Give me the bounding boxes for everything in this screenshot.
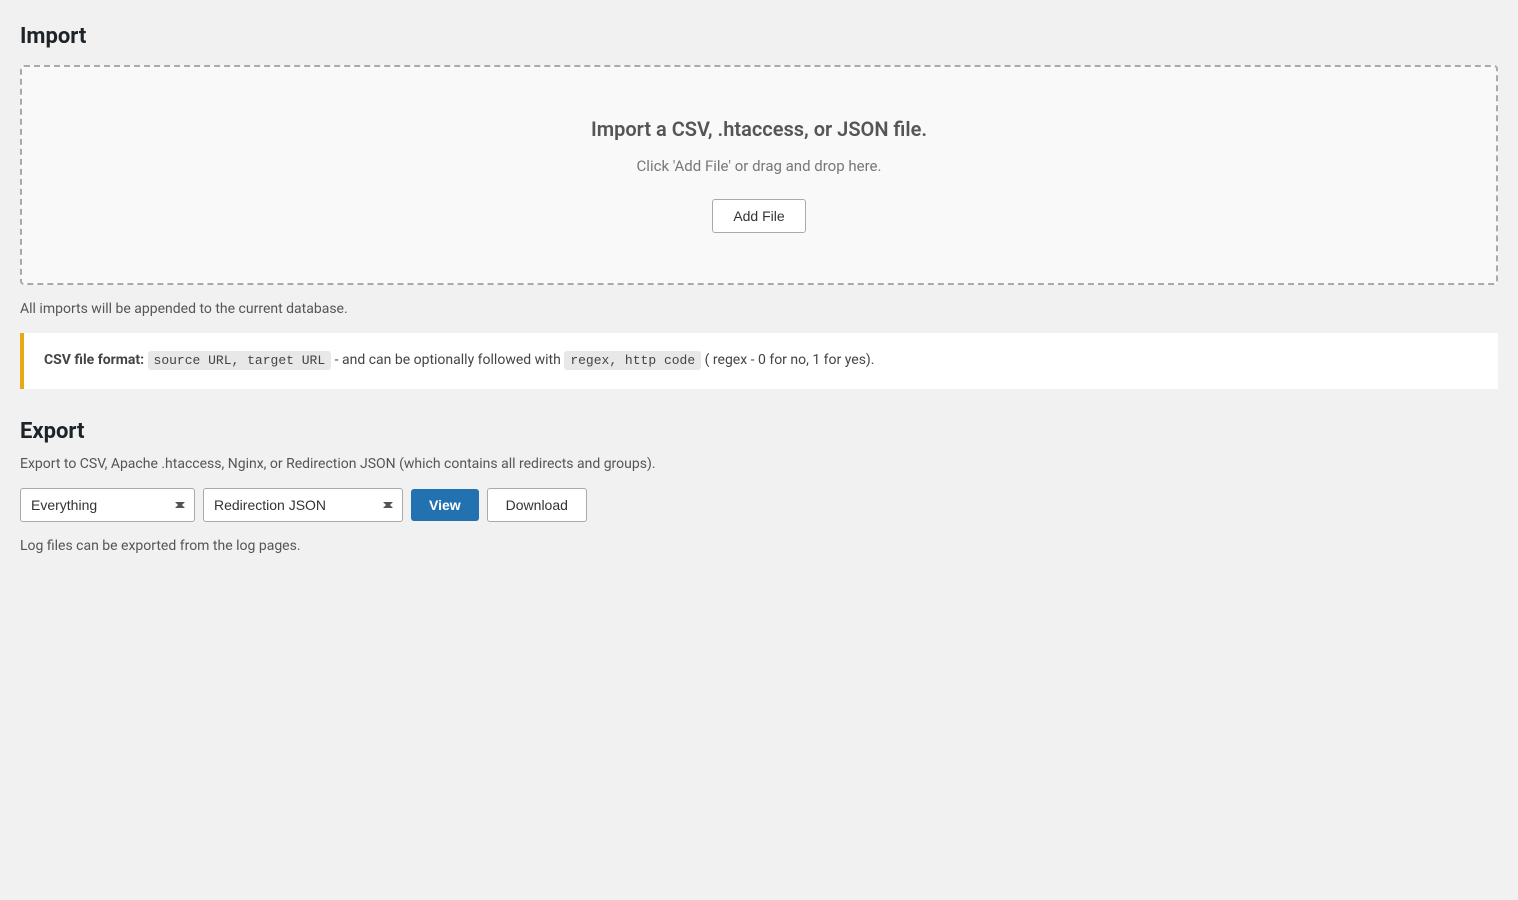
csv-format-label: CSV file format: (44, 352, 144, 368)
export-controls: Everything Groups Redirects Redirection … (20, 488, 1498, 522)
export-description: Export to CSV, Apache .htaccess, Nginx, … (20, 456, 1498, 472)
csv-middle-text: - and can be optionally followed with (335, 352, 565, 368)
drop-zone-sub-text: Click 'Add File' or drag and drop here. (42, 157, 1476, 175)
export-scope-select[interactable]: Everything Groups Redirects (20, 488, 195, 522)
import-title: Import (20, 24, 1498, 49)
download-button[interactable]: Download (487, 488, 587, 522)
view-button[interactable]: View (411, 489, 479, 521)
drop-zone[interactable]: Import a CSV, .htaccess, or JSON file. C… (20, 65, 1498, 285)
csv-code-regex-http: regex, http code (564, 351, 701, 370)
log-export-note: Log files can be exported from the log p… (20, 538, 1498, 554)
csv-suffix-text: ( regex - 0 for no, 1 for yes). (705, 352, 875, 368)
csv-code-source-target: source URL, target URL (148, 351, 332, 370)
csv-format-note: CSV file format: source URL, target URL … (20, 333, 1498, 389)
export-format-select[interactable]: Redirection JSON CSV Apache .htaccess Ng… (203, 488, 403, 522)
export-title: Export (20, 419, 1498, 444)
drop-zone-main-text: Import a CSV, .htaccess, or JSON file. (42, 117, 1476, 141)
add-file-button[interactable]: Add File (712, 199, 805, 233)
import-info-text: All imports will be appended to the curr… (20, 301, 1498, 317)
